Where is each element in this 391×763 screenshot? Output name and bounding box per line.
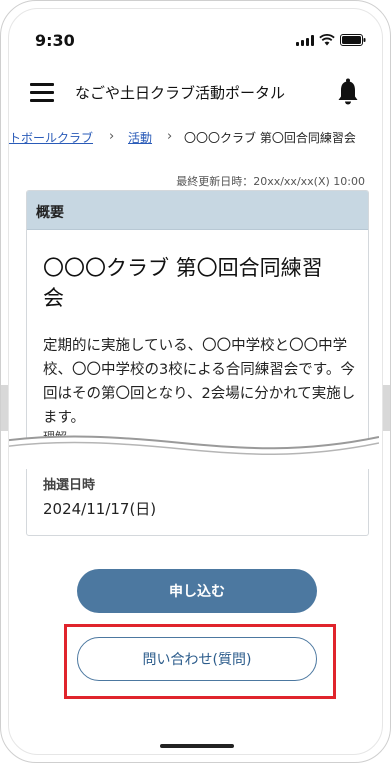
frame-band-right bbox=[382, 385, 390, 431]
status-time: 9:30 bbox=[35, 31, 75, 50]
inquiry-button[interactable]: 問い合わせ(質問) bbox=[77, 637, 317, 681]
event-description: 定期的に実施している、〇〇中学校と〇〇中学校、〇〇中学校の3校による合同練習会で… bbox=[43, 338, 356, 426]
chevron-right-icon: › bbox=[109, 129, 115, 144]
lottery-date-value: 2024/11/17(日) bbox=[43, 500, 157, 518]
battery-icon bbox=[340, 34, 366, 46]
card-header-label: 概要 bbox=[36, 205, 64, 221]
last-updated: 最終更新日時：20xx/xx/xx(X) 10:00 bbox=[176, 175, 365, 188]
phone-frame: 9:30 なごや土日クラブ活動ポータル トボールクラブ › 活動 › 〇〇〇クラ… bbox=[0, 0, 391, 763]
breadcrumb: トボールクラブ › 活動 › 〇〇〇クラブ 第〇回合同練習会 bbox=[9, 129, 382, 149]
breadcrumb-link-club[interactable]: トボールクラブ bbox=[9, 129, 93, 146]
status-bar: 9:30 bbox=[9, 9, 382, 57]
status-icons bbox=[296, 34, 366, 46]
content-break-divider bbox=[9, 435, 379, 469]
app-title: なごや土日クラブ活動ポータル bbox=[75, 84, 286, 102]
wifi-icon bbox=[319, 34, 335, 46]
chevron-right-icon: › bbox=[167, 129, 173, 144]
event-title: 〇〇〇クラブ 第〇回合同練習会 bbox=[43, 256, 323, 310]
apply-button[interactable]: 申し込む bbox=[77, 569, 317, 613]
home-indicator bbox=[160, 744, 234, 748]
overview-card: 概要 〇〇〇クラブ 第〇回合同練習会 定期的に実施している、〇〇中学校と〇〇中学… bbox=[26, 190, 369, 536]
bell-icon[interactable] bbox=[336, 77, 360, 107]
screen: 9:30 なごや土日クラブ活動ポータル トボールクラブ › 活動 › 〇〇〇クラ… bbox=[8, 8, 383, 755]
breadcrumb-link-activity[interactable]: 活動 bbox=[128, 129, 152, 146]
cellular-signal-icon bbox=[296, 34, 314, 46]
app-header: なごや土日クラブ活動ポータル bbox=[9, 69, 382, 117]
lottery-date-label: 抽選日時 bbox=[43, 478, 96, 493]
card-header: 概要 bbox=[27, 191, 368, 230]
breadcrumb-current: 〇〇〇クラブ 第〇回合同練習会 bbox=[184, 131, 356, 145]
hamburger-menu-icon[interactable] bbox=[30, 83, 54, 103]
